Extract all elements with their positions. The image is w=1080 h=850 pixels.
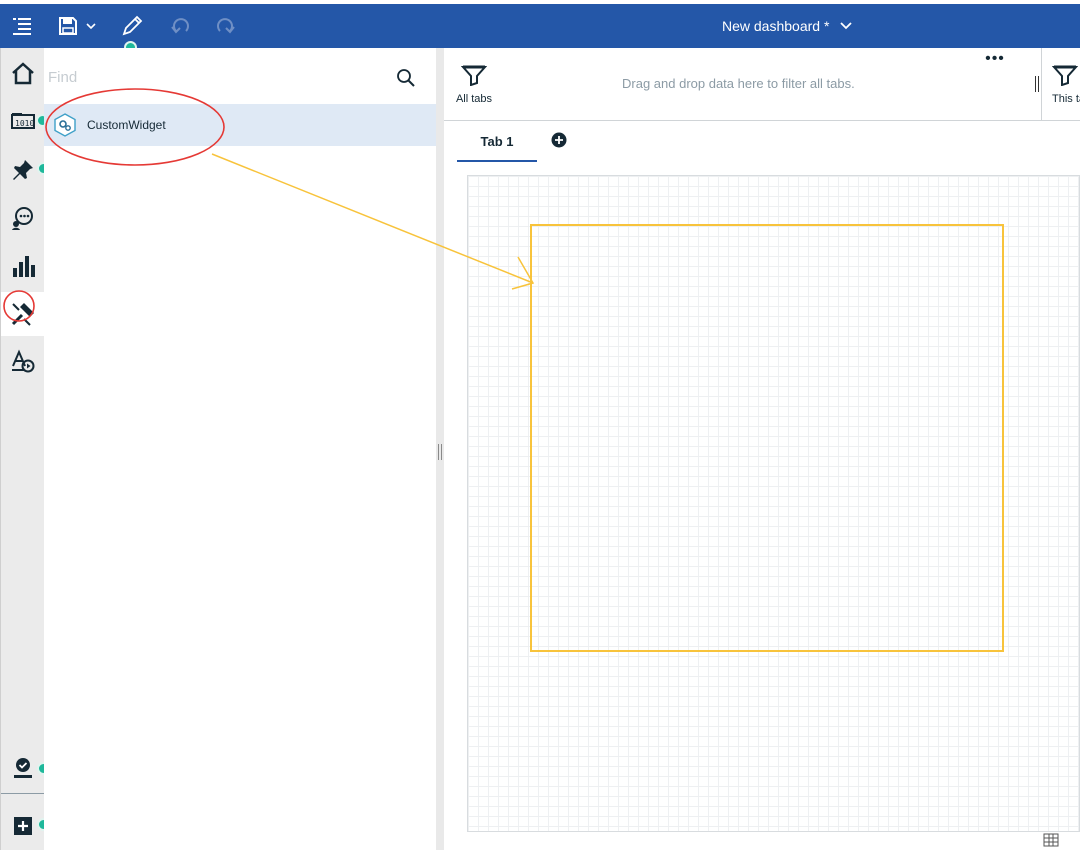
add-tab-icon[interactable] [551,132,567,148]
save-icon [59,17,77,35]
pencil-icon [122,15,143,36]
rail-custom-widgets-button[interactable] [1,292,45,336]
filter-icon [460,65,488,87]
user-check-icon [14,758,32,778]
chevron-down-icon [86,23,96,30]
filter-bar: All tabs Drag and drop data here to filt… [444,48,1080,121]
resize-grip [438,444,442,460]
undo-icon [171,18,189,34]
top-toolbar: New dashboard * [0,4,1080,48]
find-row [44,56,436,98]
rail-visualizations-button[interactable] [1,244,45,288]
home-icon [12,62,34,85]
widget-tools-icon [11,303,34,326]
dashboard-title-text: New dashboard * [722,18,830,34]
tab-label: Tab 1 [480,133,514,149]
menu-list-icon [13,18,31,35]
undo-button[interactable] [162,4,198,48]
widget-list-item[interactable]: CustomWidget [44,104,436,146]
custom-widgets-panel: CustomWidget [44,48,436,850]
filter-icon [1052,65,1079,87]
redo-icon [217,18,235,34]
widget-item-label: CustomWidget [87,118,166,132]
redo-button[interactable] [208,4,244,48]
all-tabs-label: All tabs [455,93,493,105]
pin-icon [13,160,33,180]
add-box-icon [14,817,32,835]
this-tab-filter[interactable]: This tab [1052,64,1080,105]
rail-assistant-button[interactable] [1,196,45,240]
filter-divider-grip[interactable] [1035,76,1039,92]
rail-home-button[interactable] [1,52,45,96]
menu-button[interactable] [4,4,40,48]
all-tabs-filter[interactable]: All tabs [452,64,496,105]
bar-chart-icon [13,256,35,277]
filter-divider [1041,48,1042,120]
chevron-down-icon [840,22,853,30]
text-media-icon [12,349,35,373]
grid-table-icon[interactable] [1043,833,1059,847]
find-input[interactable] [48,64,378,90]
assistant-chat-icon [12,207,33,230]
widget-drop-zone [530,224,1004,652]
search-icon[interactable] [396,68,416,88]
save-button[interactable] [52,4,102,48]
rail-divider [1,793,45,794]
more-options-button[interactable]: ••• [984,51,1006,70]
panel-resize-handle[interactable] [436,48,444,850]
this-tab-label: This tab [1052,93,1080,105]
filter-drop-hint: Drag and drop data here to filter all ta… [622,76,855,91]
svg-text:1010: 1010 [15,119,34,128]
custom-widget-icon [54,113,76,137]
dashboard-title[interactable]: New dashboard * [700,4,853,48]
data-sources-icon: 1010 [11,113,35,129]
rail-text-media-button[interactable] [1,340,45,384]
tab-1[interactable]: Tab 1 [457,122,537,162]
dashboard-tabs: Tab 1 [444,122,1080,164]
